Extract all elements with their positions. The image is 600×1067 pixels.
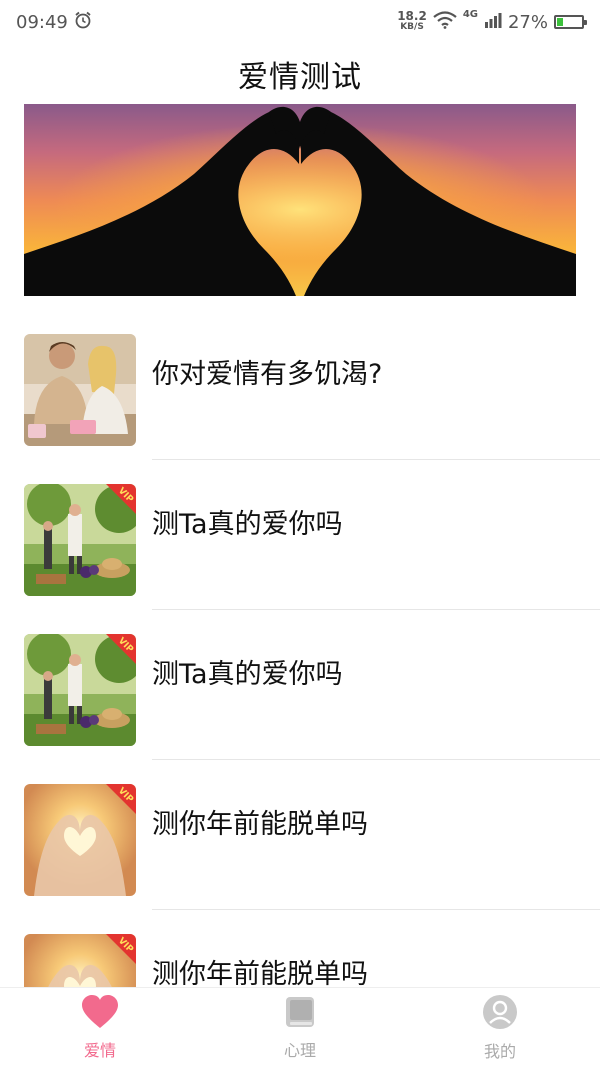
status-time: 09:49: [16, 11, 68, 33]
nav-label-love: 爱情: [83, 1040, 116, 1060]
alarm-icon: [74, 11, 92, 34]
network-type: 4G: [462, 8, 478, 20]
app-screen: 09:49 18.2 KB/S 4G 27% 爱情测试 你对爱情有多饥渴? VI…: [0, 0, 600, 1067]
status-left: 09:49: [16, 11, 92, 34]
item-title: 测你年前能脱单吗: [152, 809, 368, 840]
test-list: 你对爱情有多饥渴? VIP 测Ta真的爱你吗 VIP 测Ta真的爱你吗 VIP …: [0, 310, 600, 1060]
nav-label-profile: 我的: [483, 1041, 516, 1061]
net-speed-unit: KB/S: [400, 22, 424, 32]
battery-icon: [554, 15, 587, 29]
net-speed: 18.2 KB/S: [397, 9, 427, 33]
picnic-photo: VIP: [24, 634, 136, 746]
item-title: 测Ta真的爱你吗: [152, 659, 343, 690]
book-icon: [283, 995, 317, 1033]
couple-photo: [24, 334, 136, 446]
list-item[interactable]: 你对爱情有多饥渴?: [0, 310, 600, 460]
item-title: 你对爱情有多饥渴?: [152, 359, 383, 390]
heart-icon: [81, 994, 119, 1033]
bottom-nav: 爱情 心理 我的: [0, 987, 600, 1067]
signal-icon: [484, 11, 502, 34]
nav-label-psychology: 心理: [283, 1040, 316, 1060]
page-title: 爱情测试: [238, 60, 362, 95]
heart-hands-photo: VIP: [24, 784, 136, 896]
item-title: 测Ta真的爱你吗: [152, 509, 343, 540]
battery-level: [557, 18, 564, 26]
nav-item-psychology[interactable]: 心理: [240, 995, 360, 1061]
page-header: 爱情测试: [0, 44, 600, 104]
battery-text: 27%: [507, 11, 548, 33]
item-title: 测你年前能脱单吗: [152, 959, 368, 990]
picnic-photo: VIP: [24, 484, 136, 596]
nav-item-love[interactable]: 爱情: [40, 994, 160, 1061]
status-bar: 09:49 18.2 KB/S 4G 27%: [0, 0, 600, 44]
wifi-icon: [433, 10, 457, 34]
user-icon: [482, 994, 518, 1034]
list-item[interactable]: VIP 测你年前能脱单吗: [0, 760, 600, 910]
status-right: 18.2 KB/S 4G 27%: [397, 8, 587, 34]
list-item[interactable]: VIP 测Ta真的爱你吗: [0, 460, 600, 610]
banner-image[interactable]: [24, 104, 576, 296]
net-speed-value: 18.2: [397, 9, 427, 23]
list-item[interactable]: VIP 测Ta真的爱你吗: [0, 610, 600, 760]
nav-item-profile[interactable]: 我的: [440, 994, 560, 1062]
heart-hands-image: [24, 104, 576, 296]
